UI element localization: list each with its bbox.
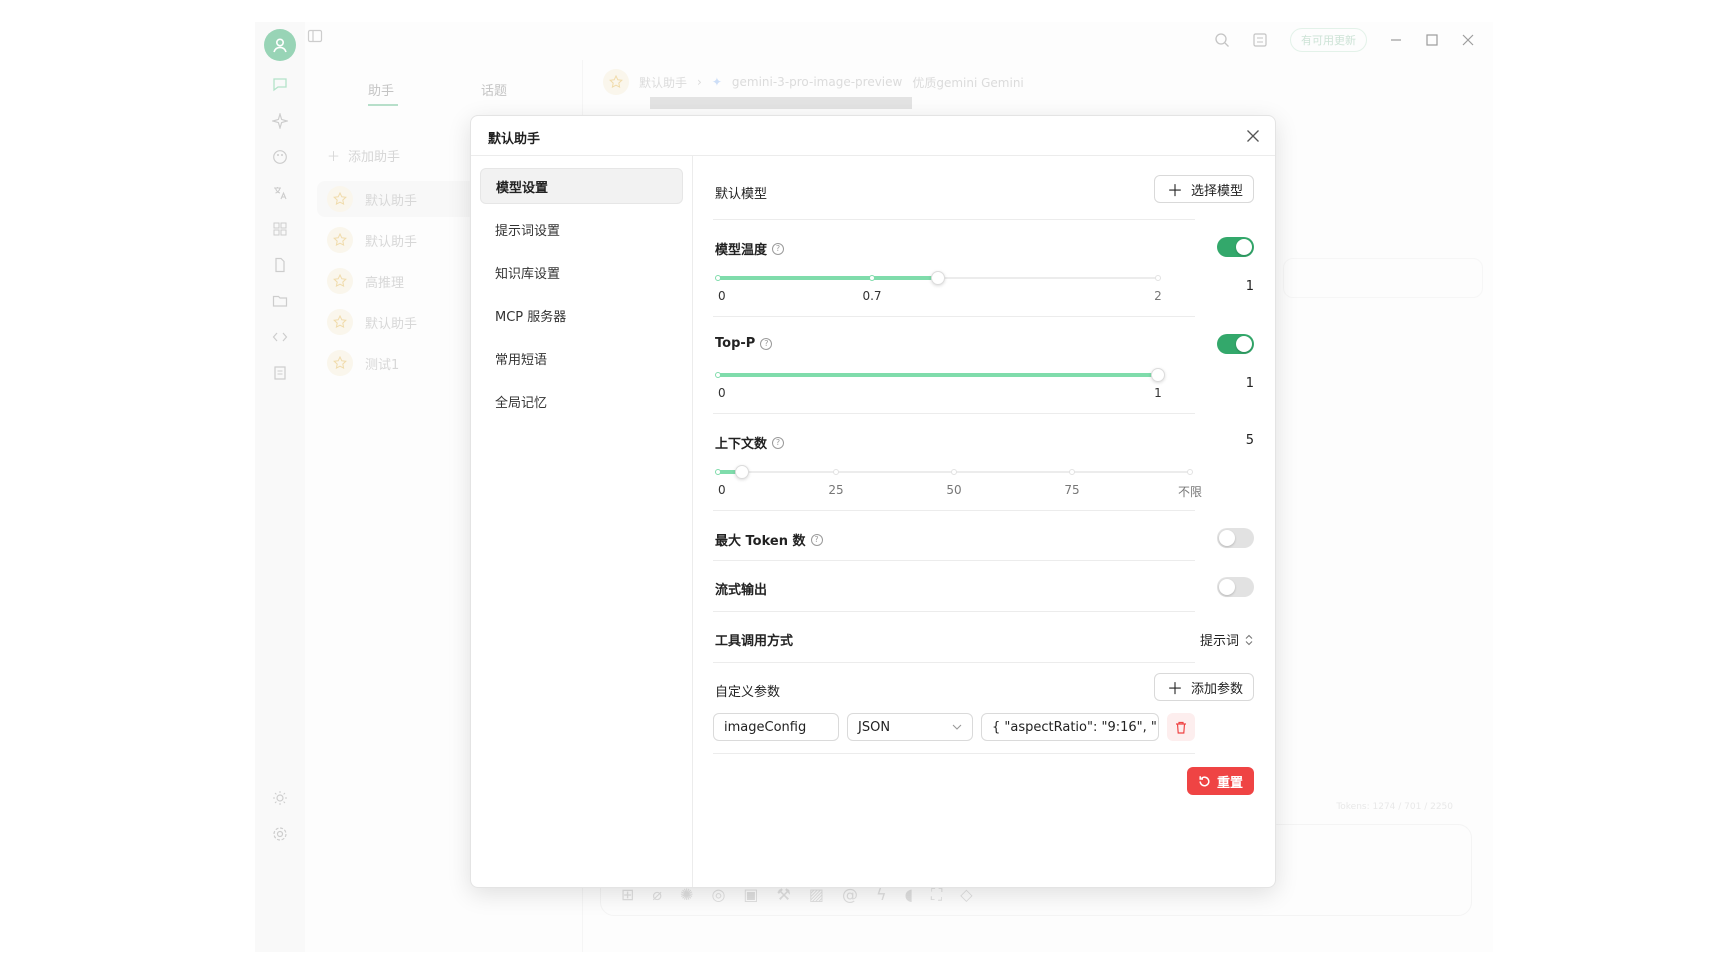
toggle-knob [1219, 530, 1235, 546]
up-down-chevron-icon [1245, 634, 1253, 645]
slider-handle[interactable] [1151, 368, 1165, 382]
slider-mark-dot [1187, 469, 1193, 475]
model-settings-panel: 默认模型 ＋ 选择模型 模型温度 ? 0 0.7 2 1 Top-P ? 01 1 [693, 156, 1275, 887]
plus-icon: ＋ [1166, 679, 1183, 698]
dialog-title: 默认助手 [488, 132, 541, 147]
max-tokens-label: 最大 Token 数 [715, 534, 806, 549]
help-icon[interactable]: ? [760, 337, 773, 350]
slider-handle[interactable] [734, 465, 749, 479]
top-p-toggle[interactable] [1217, 334, 1254, 354]
slider-mark-dot [869, 275, 875, 281]
assistant-settings-dialog: 默认助手 模型设置 提示词设置 知识库设置 MCP 服务器 常用短语 全局记忆 … [470, 115, 1276, 888]
nav-knowledge-settings[interactable]: 知识库设置 [480, 254, 683, 290]
add-param-label: 添加参数 [1190, 681, 1243, 697]
custom-params-label: 自定义参数 [715, 685, 781, 700]
tool-call-value: 提示词 [1199, 634, 1239, 649]
context-label: 上下文数 [715, 437, 768, 452]
top-p-row-label: Top-P ? [715, 336, 773, 351]
trash-icon [1176, 721, 1186, 734]
top-p-label: Top-P [715, 336, 756, 351]
slider-mark-label: 75 [1064, 483, 1080, 497]
settings-nav: 模型设置 提示词设置 知识库设置 MCP 服务器 常用短语 全局记忆 [471, 156, 693, 887]
help-icon[interactable]: ? [772, 436, 785, 449]
chevron-down-icon [952, 724, 962, 730]
slider-mark-label: 1 [1154, 386, 1162, 400]
context-value: 5 [1245, 433, 1254, 448]
param-type-select[interactable]: JSON [847, 713, 973, 741]
divider [713, 560, 1195, 561]
divider [713, 413, 1195, 414]
slider-mark-label: 25 [828, 483, 844, 497]
param-type-value: JSON [858, 719, 891, 735]
slider-mark-dot [715, 372, 721, 378]
nav-prompt-settings[interactable]: 提示词设置 [480, 211, 683, 247]
slider-mark-label: 0.7 [862, 289, 882, 303]
slider-mark-dot [951, 469, 957, 475]
divider [713, 219, 1195, 220]
temperature-slider[interactable]: 0 0.7 2 [715, 271, 1162, 303]
stream-output-toggle[interactable] [1217, 577, 1254, 597]
nav-model-settings[interactable]: 模型设置 [480, 168, 683, 204]
param-value-input[interactable]: { "aspectRatio": "9:16", " [981, 713, 1159, 741]
divider [713, 662, 1195, 663]
toggle-knob [1219, 579, 1235, 595]
select-model-button[interactable]: ＋ 选择模型 [1153, 175, 1254, 203]
divider [713, 611, 1195, 612]
top-p-value: 1 [1245, 376, 1254, 391]
add-param-button[interactable]: ＋ 添加参数 [1153, 673, 1254, 701]
help-icon[interactable]: ? [810, 533, 823, 546]
temperature-label: 模型温度 [715, 243, 768, 258]
nav-global-memory[interactable]: 全局记忆 [480, 383, 683, 419]
plus-icon: ＋ [1166, 181, 1183, 200]
reset-button[interactable]: 重置 [1186, 767, 1254, 795]
divider [713, 510, 1195, 511]
param-name-input[interactable]: imageConfig [713, 713, 839, 741]
context-slider[interactable]: 0 25 50 75 不限 [715, 465, 1202, 499]
reset-icon [1199, 775, 1210, 787]
slider-mark-label: 不限 [1177, 485, 1203, 499]
slider-mark-label: 0 [718, 483, 726, 497]
slider-mark-dot [715, 469, 721, 475]
slider-mark-dot [1155, 275, 1161, 281]
nav-quick-phrases[interactable]: 常用短语 [480, 340, 683, 376]
select-model-label: 选择模型 [1190, 183, 1243, 199]
divider [713, 316, 1195, 317]
nav-mcp-servers[interactable]: MCP 服务器 [480, 297, 683, 333]
divider [713, 753, 1195, 754]
temperature-row-label: 模型温度 ? [715, 239, 785, 258]
slider-mark-dot [715, 275, 721, 281]
toggle-knob [1236, 239, 1252, 255]
stream-output-label: 流式输出 [715, 583, 768, 598]
close-dialog-button[interactable] [1243, 126, 1263, 146]
context-row-label: 上下文数 ? [715, 433, 785, 452]
toggle-knob [1236, 336, 1252, 352]
tool-call-label: 工具调用方式 [715, 634, 794, 649]
slider-mark-label: 2 [1154, 289, 1162, 303]
default-model-label: 默认模型 [715, 187, 768, 202]
slider-mark-label: 0 [718, 289, 726, 303]
slider-handle[interactable] [931, 271, 945, 285]
max-tokens-toggle[interactable] [1217, 528, 1254, 548]
slider-mark-dot [833, 469, 839, 475]
slider-fill [718, 373, 1158, 377]
reset-label: 重置 [1216, 775, 1243, 791]
top-p-slider[interactable]: 01 [715, 368, 1165, 400]
delete-param-button[interactable] [1167, 713, 1195, 741]
tool-call-select[interactable]: 提示词 [1200, 630, 1254, 649]
slider-mark-label: 0 [718, 386, 726, 400]
slider-fill [718, 276, 938, 280]
close-icon [1247, 130, 1259, 142]
temperature-value: 1 [1245, 279, 1254, 294]
temperature-toggle[interactable] [1217, 237, 1254, 257]
slider-mark-dot [1069, 469, 1075, 475]
dialog-header: 默认助手 [471, 116, 1275, 156]
max-tokens-row-label: 最大 Token 数 ? [715, 530, 823, 549]
help-icon[interactable]: ? [772, 242, 785, 255]
slider-mark-label: 50 [946, 483, 962, 497]
